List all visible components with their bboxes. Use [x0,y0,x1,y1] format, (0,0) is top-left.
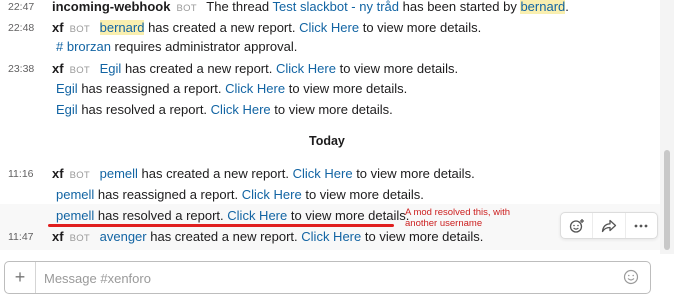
message-content: pemell has resolved a report. Click Here… [56,207,409,225]
timestamp[interactable]: 22:47 [8,0,34,16]
message-text: to view more details. [362,20,482,35]
user-mention[interactable]: avenger [100,229,147,244]
add-reaction-icon[interactable] [561,213,592,238]
message-text: has created a new report. [141,166,289,181]
message-text: to view more details. [274,102,393,117]
message-content: Egil has reassigned a report. Click Here… [56,80,407,98]
message-content: # brorzan requires administrator approva… [56,38,297,56]
message-input[interactable] [42,262,616,295]
thread-link[interactable]: Test slackbot - ny tråd [273,0,399,14]
day-divider-label: Today [309,134,345,148]
message-content: xf BOT avenger has created a new report. … [52,228,483,248]
message-text: has resolved a report. [81,102,208,117]
message-content: xf BOT Egil has created a new report. Cli… [52,60,458,80]
click-here-link[interactable]: Click Here [301,229,361,244]
annotation-note: A mod resolved this, with another userna… [405,207,510,229]
click-here-link[interactable]: Click Here [227,208,287,223]
click-here-link[interactable]: Click Here [242,187,302,202]
user-mention[interactable]: bernard [99,20,145,35]
bot-badge: BOT [69,170,90,181]
user-mention[interactable]: pemell [56,187,94,202]
user-mention[interactable]: Egil [56,81,78,96]
message-text: to view more details. [305,187,424,202]
click-here-link[interactable]: Click Here [299,20,359,35]
timestamp[interactable]: 23:38 [8,60,34,78]
message-content: Egil has resolved a report. Click Here t… [56,101,393,119]
message-text: has created a new report. [124,61,273,76]
sender-name[interactable]: xf [52,166,64,181]
day-divider: Today [0,132,660,150]
message-text: to view more details. [356,166,475,181]
user-mention[interactable]: Egil [56,102,78,117]
click-here-link[interactable]: Click Here [276,61,336,76]
more-options-icon[interactable] [624,213,657,238]
click-here-link[interactable]: Click Here [225,81,285,96]
message-text: to view more details. [288,81,408,96]
bot-badge: BOT [69,233,90,244]
channel-link[interactable]: # brorzan [56,39,111,54]
user-mention[interactable]: bernard [520,0,566,14]
sender-name[interactable]: incoming-webhook [52,0,170,14]
click-here-link[interactable]: Click Here [211,102,271,117]
message-actions-toolbar [560,212,658,239]
scrollbar-thumb[interactable] [664,150,670,250]
sender-name[interactable]: xf [52,61,64,76]
message-text: has reassigned a report. [81,81,222,96]
bot-badge: BOT [176,3,197,14]
message-composer: + [4,261,651,295]
message-content: xf BOT pemell has created a new report. C… [52,165,475,185]
user-mention[interactable]: pemell [56,208,94,223]
message-text: to view more details. [339,61,459,76]
sender-name[interactable]: xf [52,20,64,35]
annotation-line: A mod resolved this, with [405,207,511,218]
share-icon[interactable] [592,213,624,238]
scrollbar[interactable] [660,0,674,254]
ellipsis-icon [634,224,648,227]
emoji-icon[interactable] [623,269,639,285]
message-content: xf BOT bernard has created a new report. … [52,19,481,39]
annotation-underline [48,224,394,227]
timestamp[interactable]: 11:16 [8,165,34,183]
message-content: incoming-webhook BOT The thread Test slac… [52,0,569,18]
user-mention[interactable]: pemell [100,166,138,181]
message-text: has been started by [402,0,517,14]
message-text: to view more details. [364,229,484,244]
timestamp[interactable]: 22:48 [8,19,34,37]
message-content: pemell has reassigned a report. Click He… [56,186,424,204]
message-text: has reassigned a report. [97,187,239,202]
message-text: The thread [206,0,270,14]
timestamp[interactable]: 11:47 [8,228,34,246]
message-text: to view more details. [290,208,410,223]
share-arrow-icon [601,219,617,232]
message-text: . [565,0,569,14]
attach-plus-icon[interactable]: + [5,262,36,293]
message-text: requires administrator approval. [114,39,298,54]
bot-badge: BOT [69,24,90,35]
message-text: has created a new report. [148,20,296,35]
sender-name[interactable]: xf [52,229,64,244]
message-text: has resolved a report. [97,208,224,223]
click-here-link[interactable]: Click Here [293,166,353,181]
message-text: has created a new report. [150,229,298,244]
bot-badge: BOT [69,65,90,76]
smiley-plus-icon [569,218,584,233]
user-mention[interactable]: Egil [100,61,122,76]
message-list[interactable]: 22:47 incoming-webhook BOT The thread Tes… [0,0,660,254]
